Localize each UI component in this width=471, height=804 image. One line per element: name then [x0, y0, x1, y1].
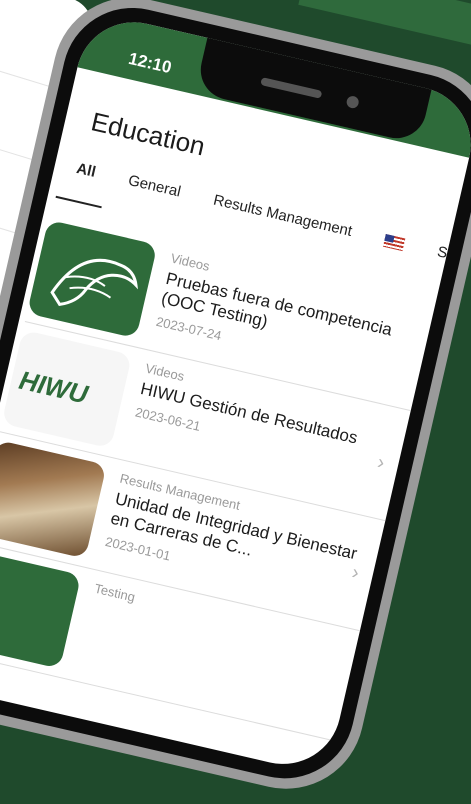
us-flag-icon: [383, 233, 406, 251]
hiwu-logo: HIWU: [16, 364, 91, 410]
phone-mockup: 12:10 Education All General Results Mana…: [0, 0, 471, 804]
tab-general[interactable]: General: [120, 171, 187, 214]
tab-language[interactable]: [376, 230, 410, 266]
horse-logo-thumbnail: [26, 219, 158, 339]
tab-results-management[interactable]: Results Management: [205, 191, 358, 254]
hiwu-logo-thumbnail: HIWU: [1, 329, 133, 449]
tab-all[interactable]: All: [68, 159, 101, 194]
horse-legs-photo: [0, 439, 107, 559]
status-time: 12:10: [126, 48, 174, 78]
app-screen: 12:10 Education All General Results Mana…: [0, 10, 471, 776]
horse-logo-thumbnail: [0, 549, 82, 669]
page-title: Education: [88, 106, 208, 162]
